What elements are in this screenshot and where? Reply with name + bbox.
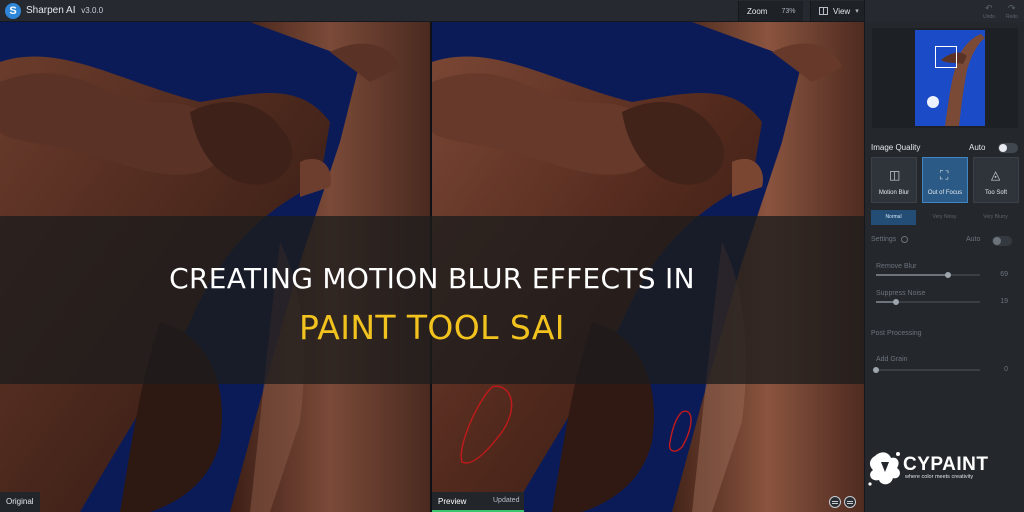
soft-drop-icon: ◬ (991, 168, 1001, 182)
headline-subtitle: PAINT TOOL SAI (299, 308, 565, 347)
app-title: Sharpen AI v3.0.0 (26, 5, 103, 16)
chevron-down-icon: ▾ (855, 8, 859, 15)
slider-knob[interactable] (944, 272, 951, 278)
suppress-noise-value[interactable]: 19 (1000, 298, 1008, 305)
image-quality-auto-toggle[interactable] (998, 143, 1018, 153)
add-grain-label: Add Grain (876, 356, 908, 363)
sub-tab-very-blurry[interactable]: Very Blurry (973, 210, 1018, 225)
thumbnail-moon (927, 96, 939, 108)
app-logo-icon: S (5, 3, 21, 19)
undo-label: Undo (983, 14, 995, 20)
viewport-rectangle[interactable] (935, 46, 957, 68)
redo-icon[interactable]: ↷ (1008, 3, 1016, 14)
headline-banner: CREATING MOTION BLUR EFFECTS IN PAINT TO… (0, 216, 864, 384)
slider-knob[interactable] (892, 299, 899, 305)
paint-splash-logo-icon (868, 452, 900, 486)
split-view-icon (819, 7, 828, 15)
slider-knob[interactable] (873, 367, 879, 373)
preview-tab[interactable]: Preview Updated (432, 492, 524, 512)
red-annotation-circle-2 (668, 410, 692, 452)
undo-icon[interactable]: ↶ (985, 3, 993, 14)
zoom-label: Zoom (747, 6, 768, 16)
side-panel: ↶ Undo ↷ Redo Image Quality Auto ◫ Motio… (864, 0, 1024, 512)
sub-tab-very-noisy[interactable]: Very Noisy (922, 210, 967, 225)
mode-label: Out of Focus (927, 190, 963, 196)
zoom-value[interactable]: 73% (781, 8, 795, 15)
title-bar: S Sharpen AI v3.0.0 Zoom 73% View ▾ (0, 0, 867, 22)
mode-out-of-focus-button[interactable]: ⛶ Out of Focus (922, 157, 968, 203)
info-icon[interactable] (901, 236, 908, 243)
post-processing-label: Post Processing (871, 330, 922, 337)
app-version: v3.0.0 (81, 6, 104, 15)
navigator (872, 28, 1018, 128)
thumbnail-statue (941, 34, 985, 126)
mode-label: Too Soft (984, 190, 1007, 196)
settings-auto-label: Auto (966, 236, 981, 243)
suppress-noise-label: Suppress Noise (876, 290, 926, 297)
updated-label: Updated (493, 497, 520, 504)
headline-title: CREATING MOTION BLUR EFFECTS IN (169, 262, 695, 295)
view-label: View (833, 6, 851, 16)
panel-toolbar: ↶ Undo ↷ Redo (865, 0, 1024, 22)
brand-name: CYPAINT (903, 454, 989, 475)
slider-fill (876, 274, 948, 276)
remove-blur-value[interactable]: 69 (1000, 271, 1008, 278)
settings-auto-toggle[interactable] (992, 236, 1012, 246)
mode-label: Motion Blur (878, 190, 910, 196)
focus-person-icon: ⛶ (940, 168, 949, 182)
image-quality-label: Image Quality (871, 143, 921, 152)
compare-settings-icon[interactable] (829, 496, 841, 508)
suppress-noise-slider[interactable] (876, 299, 980, 305)
navigator-thumbnail[interactable] (915, 30, 985, 126)
settings-label: Settings (871, 236, 897, 243)
mode-motion-blur-button[interactable]: ◫ Motion Blur (871, 157, 917, 203)
compare-options-icon[interactable] (844, 496, 856, 508)
image-quality-auto-label: Auto (969, 143, 986, 152)
add-grain-slider[interactable] (873, 367, 980, 373)
mode-too-soft-button[interactable]: ◬ Too Soft (973, 157, 1019, 203)
preview-label: Preview (438, 497, 467, 506)
brand-tagline: where color meets creativity (905, 474, 974, 480)
add-grain-value[interactable]: 0 (1004, 366, 1008, 373)
view-menu-button[interactable]: View ▾ (810, 1, 867, 21)
zoom-control[interactable]: Zoom 73% (738, 1, 804, 21)
redo-label: Redo (1006, 14, 1018, 20)
original-label: Original (0, 492, 40, 512)
remove-blur-slider[interactable] (876, 272, 980, 278)
app-name: Sharpen AI (26, 5, 76, 16)
remove-blur-label: Remove Blur (876, 263, 917, 270)
camera-shake-icon: ◫ (889, 168, 901, 182)
sub-tab-normal[interactable]: Normal (871, 210, 916, 225)
